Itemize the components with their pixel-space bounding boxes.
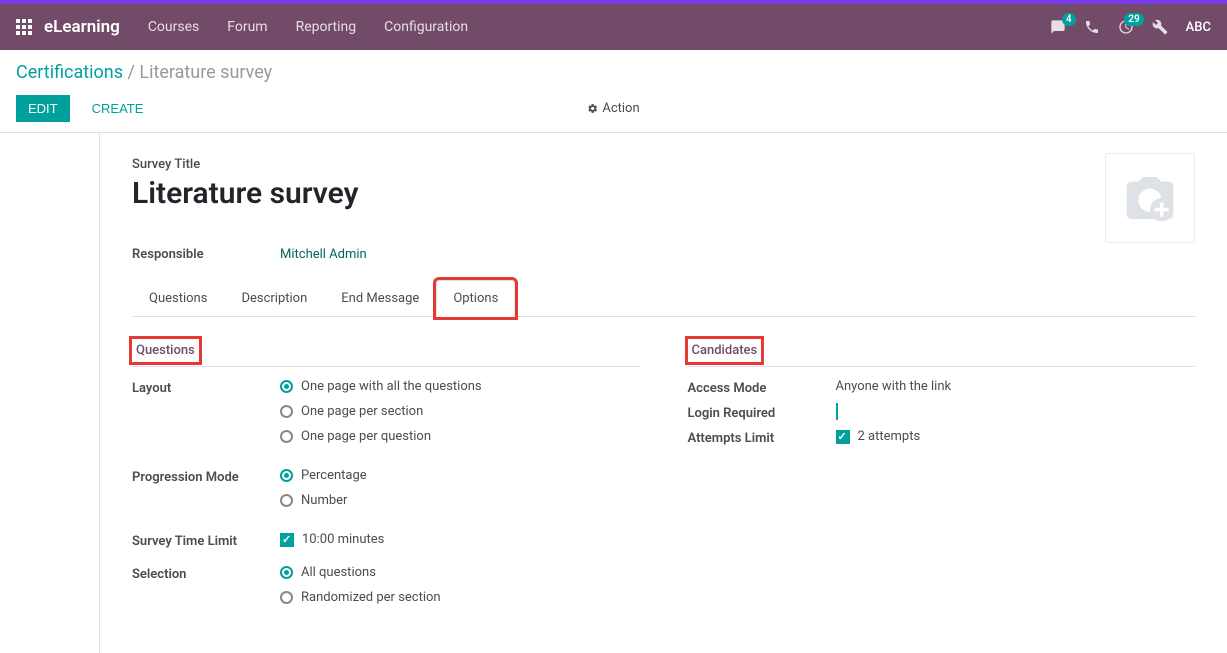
edit-button[interactable]: EDIT <box>16 95 70 122</box>
selection-label: Selection <box>132 565 280 582</box>
time-limit-value: 10:00 minutes <box>302 532 384 547</box>
access-mode-value: Anyone with the link <box>836 379 1196 394</box>
access-mode-label: Access Mode <box>688 379 836 396</box>
section-candidates: Candidates <box>688 339 1196 367</box>
radio-icon <box>280 380 293 393</box>
layout-label: Layout <box>132 379 280 396</box>
layout-option-section[interactable]: One page per section <box>280 404 640 419</box>
tab-questions[interactable]: Questions <box>132 280 224 316</box>
selection-all[interactable]: All questions <box>280 565 640 580</box>
user-menu[interactable]: ABC <box>1186 20 1211 35</box>
progression-percentage[interactable]: Percentage <box>280 468 640 483</box>
time-limit-label: Survey Time Limit <box>132 532 280 549</box>
radio-icon <box>280 494 293 507</box>
brand[interactable]: eLearning <box>44 17 120 37</box>
phone-icon[interactable] <box>1084 19 1100 35</box>
tab-end-message[interactable]: End Message <box>324 280 436 316</box>
attempts-checkbox[interactable] <box>836 430 850 444</box>
breadcrumb-current: Literature survey <box>139 62 272 83</box>
activity-badge: 29 <box>1124 13 1143 26</box>
responsible-label: Responsible <box>132 247 280 262</box>
nav-reporting[interactable]: Reporting <box>296 19 357 35</box>
radio-icon <box>280 430 293 443</box>
progression-number[interactable]: Number <box>280 493 640 508</box>
chat-badge: 4 <box>1062 13 1076 26</box>
gear-icon <box>587 103 598 114</box>
action-dropdown[interactable]: Action <box>587 101 639 116</box>
attempts-label: Attempts Limit <box>688 429 836 446</box>
time-limit-checkbox[interactable] <box>280 533 294 547</box>
chat-icon[interactable]: 4 <box>1050 19 1066 35</box>
image-placeholder[interactable] <box>1105 153 1195 243</box>
tab-options[interactable]: Options <box>436 280 515 317</box>
login-required-checkbox[interactable] <box>836 403 838 420</box>
radio-icon <box>280 566 293 579</box>
section-questions: Questions <box>132 339 640 367</box>
attempts-value: 2 attempts <box>858 429 921 444</box>
breadcrumb-root[interactable]: Certifications <box>16 62 123 83</box>
layout-option-all[interactable]: One page with all the questions <box>280 379 640 394</box>
layout-option-question[interactable]: One page per question <box>280 429 640 444</box>
survey-title-label: Survey Title <box>132 157 1195 172</box>
apps-icon[interactable] <box>16 19 32 35</box>
create-button[interactable]: CREATE <box>80 95 156 122</box>
status-sidebar <box>0 133 100 653</box>
navbar: eLearning Courses Forum Reporting Config… <box>0 4 1227 50</box>
radio-icon <box>280 405 293 418</box>
survey-title: Literature survey <box>132 176 1195 211</box>
activity-icon[interactable]: 29 <box>1118 19 1134 35</box>
responsible-value[interactable]: Mitchell Admin <box>280 247 367 262</box>
nav-courses[interactable]: Courses <box>148 19 199 35</box>
breadcrumb: Certifications / Literature survey <box>16 62 1211 83</box>
camera-add-icon <box>1122 170 1178 226</box>
login-required-label: Login Required <box>688 404 836 421</box>
nav-forum[interactable]: Forum <box>227 19 267 35</box>
tools-icon[interactable] <box>1152 19 1168 35</box>
tab-description[interactable]: Description <box>224 280 324 316</box>
radio-icon <box>280 591 293 604</box>
nav-configuration[interactable]: Configuration <box>384 19 468 35</box>
radio-icon <box>280 469 293 482</box>
selection-random[interactable]: Randomized per section <box>280 590 640 605</box>
progression-label: Progression Mode <box>132 468 280 485</box>
